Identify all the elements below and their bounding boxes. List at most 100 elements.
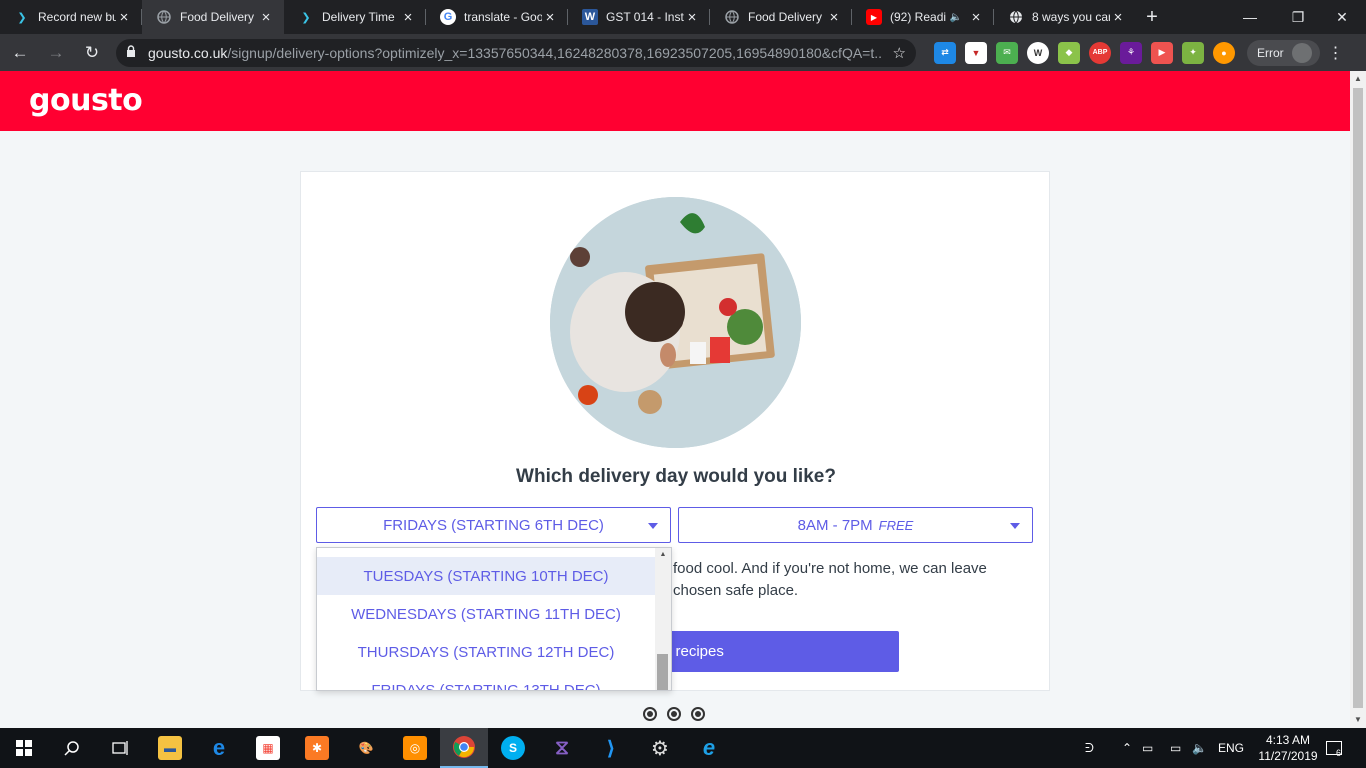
extension-icon[interactable]: ◆	[1058, 41, 1080, 64]
file-explorer-icon[interactable]: ▬	[146, 728, 194, 768]
internet-explorer-icon[interactable]: e	[685, 728, 733, 768]
close-icon[interactable]: ×	[826, 9, 842, 26]
dropdown-option[interactable]: WEDNESDAYS (STARTING 11TH DEC)	[317, 595, 655, 633]
scroll-up-arrow-icon[interactable]: ▲	[1350, 71, 1366, 87]
volume-icon[interactable]: 🔈	[1192, 728, 1207, 768]
tab-record-new[interactable]: ❯ Record new bu ×	[0, 0, 142, 34]
restore-button[interactable]: ❐	[1274, 0, 1322, 34]
page-viewport: gousto Which delivery day would you like…	[0, 71, 1350, 728]
notifications-icon[interactable]: 6	[1326, 728, 1342, 768]
network-icon[interactable]: ▭	[1142, 728, 1153, 768]
youtube-icon: ▶	[866, 9, 882, 25]
vscode-icon[interactable]: ⟩	[587, 728, 635, 768]
extension-icon[interactable]: ✦	[1182, 41, 1204, 64]
scroll-up-arrow-icon[interactable]: ▲	[655, 548, 671, 562]
chevron-down-icon	[648, 523, 658, 529]
bookmark-star-icon[interactable]: ☆	[893, 44, 906, 62]
tab-food-delivery-2[interactable]: Food Delivery ×	[710, 0, 852, 34]
tray-chevron-up-icon[interactable]: ⌃	[1122, 728, 1132, 768]
delivery-info-text: food cool. And if you're not home, we ca…	[673, 560, 987, 599]
dropdown-option[interactable]: FRIDAYS (STARTING 13TH DEC)	[317, 671, 655, 691]
settings-gear-icon[interactable]: ⚙	[636, 728, 684, 768]
close-icon[interactable]: ×	[400, 9, 416, 26]
battery-icon[interactable]: ▭	[1170, 728, 1181, 768]
mail-icon[interactable]: ✉	[996, 41, 1018, 64]
start-button[interactable]	[0, 728, 48, 768]
carousel-dot[interactable]	[691, 707, 705, 721]
tab-8-ways[interactable]: 8 ways you can ×	[994, 0, 1136, 34]
delivery-time-value: 8AM - 7PM	[797, 516, 873, 534]
back-button[interactable]: ←	[4, 37, 36, 69]
url-text: gousto.co.uk/signup/delivery-options?opt…	[148, 44, 883, 61]
tab-title: translate - Goo	[464, 10, 542, 24]
skype-icon[interactable]: S	[489, 728, 537, 768]
visual-studio-icon[interactable]: ⧖	[538, 728, 586, 768]
menu-icon[interactable]: ⋮	[1326, 43, 1346, 63]
adblock-icon[interactable]: ABP	[1089, 41, 1111, 64]
uc-browser-icon[interactable]: ◎	[391, 728, 439, 768]
clock-date: 11/27/2019	[1258, 749, 1318, 763]
close-icon[interactable]: ×	[1110, 9, 1126, 26]
paint-icon[interactable]: 🎨	[342, 728, 390, 768]
store-icon[interactable]: ▦	[244, 728, 292, 768]
tab-title: GST 014 - Instr	[606, 10, 684, 24]
tab-title: 8 ways you can	[1032, 10, 1110, 24]
extension-icon[interactable]: ▶	[1151, 41, 1173, 64]
close-icon[interactable]: ×	[116, 9, 132, 26]
hero-image	[550, 197, 801, 448]
task-view-icon[interactable]	[96, 728, 144, 768]
delivery-day-value: FRIDAYS (STARTING 6TH DEC)	[383, 516, 604, 534]
tab-youtube[interactable]: ▶ (92) Readi 🔈 ×	[852, 0, 994, 34]
tab-translate[interactable]: G translate - Goo ×	[426, 0, 568, 34]
scrollbar-thumb[interactable]	[657, 654, 668, 690]
new-tab-button[interactable]: +	[1136, 0, 1168, 34]
close-icon[interactable]: ×	[968, 9, 984, 26]
carousel-dot[interactable]	[667, 707, 681, 721]
choose-recipes-button[interactable]: e recipes	[653, 631, 899, 672]
reload-button[interactable]: ↻	[76, 37, 108, 69]
tab-food-delivery-active[interactable]: Food Delivery ×	[142, 0, 284, 34]
people-icon[interactable]: ᕭ	[1085, 728, 1094, 768]
scrollbar-thumb[interactable]	[1353, 88, 1363, 708]
close-icon[interactable]: ×	[258, 9, 274, 26]
close-icon[interactable]: ×	[542, 9, 558, 26]
close-window-button[interactable]: ✕	[1318, 0, 1366, 34]
tab-title: Food Delivery	[748, 10, 823, 24]
edge-icon[interactable]: e	[195, 728, 243, 768]
dropdown-scrollbar[interactable]: ▲	[655, 548, 671, 690]
dropdown-option[interactable]: THURSDAYS (STARTING 12TH DEC)	[317, 633, 655, 671]
language-indicator[interactable]: ENG	[1218, 728, 1244, 768]
close-icon[interactable]: ×	[684, 9, 700, 26]
speaker-icon[interactable]: 🔈	[950, 12, 962, 23]
extension-icon[interactable]: ●	[1213, 41, 1235, 64]
address-bar[interactable]: gousto.co.uk/signup/delivery-options?opt…	[116, 38, 916, 67]
site-header: gousto	[0, 71, 1350, 131]
globe-icon	[156, 9, 172, 25]
delivery-day-dropdown[interactable]: TUESDAYS (STARTING 10TH DEC) WEDNESDAYS …	[316, 547, 672, 691]
extension-icon[interactable]: ⇄	[934, 41, 956, 64]
pocket-icon[interactable]: ▼	[965, 41, 987, 64]
tab-delivery-time[interactable]: ❯ Delivery Time ×	[284, 0, 426, 34]
browser-toolbar: ← → ↻ gousto.co.uk/signup/delivery-optio…	[0, 34, 1366, 71]
tab-gst-014[interactable]: W GST 014 - Instr ×	[568, 0, 710, 34]
gousto-logo[interactable]: gousto	[29, 83, 143, 118]
forward-button[interactable]: →	[40, 37, 72, 69]
wikipedia-icon[interactable]: W	[1027, 41, 1049, 64]
extension-icon[interactable]: ⚘	[1120, 41, 1142, 64]
chrome-icon[interactable]	[440, 728, 488, 768]
xampp-icon[interactable]: ✱	[293, 728, 341, 768]
dropdown-option[interactable]: TUESDAYS (STARTING 10TH DEC)	[317, 557, 655, 595]
carousel-dot[interactable]	[643, 707, 657, 721]
scroll-down-arrow-icon[interactable]: ▼	[1350, 712, 1366, 728]
search-icon[interactable]	[48, 728, 96, 768]
carousel-dots	[643, 707, 715, 721]
globe-icon	[1008, 9, 1024, 25]
lock-icon	[126, 45, 140, 60]
page-scrollbar[interactable]: ▲ ▼	[1350, 71, 1366, 728]
system-clock[interactable]: 4:13 AM 11/27/2019	[1250, 732, 1326, 764]
delivery-time-select[interactable]: 8AM - 7PM FREE	[678, 507, 1033, 543]
tab-title: Food Delivery	[180, 10, 255, 24]
minimize-button[interactable]: —	[1226, 0, 1274, 34]
delivery-day-select[interactable]: FRIDAYS (STARTING 6TH DEC)	[316, 507, 671, 543]
profile-error-button[interactable]: Error	[1247, 39, 1320, 66]
